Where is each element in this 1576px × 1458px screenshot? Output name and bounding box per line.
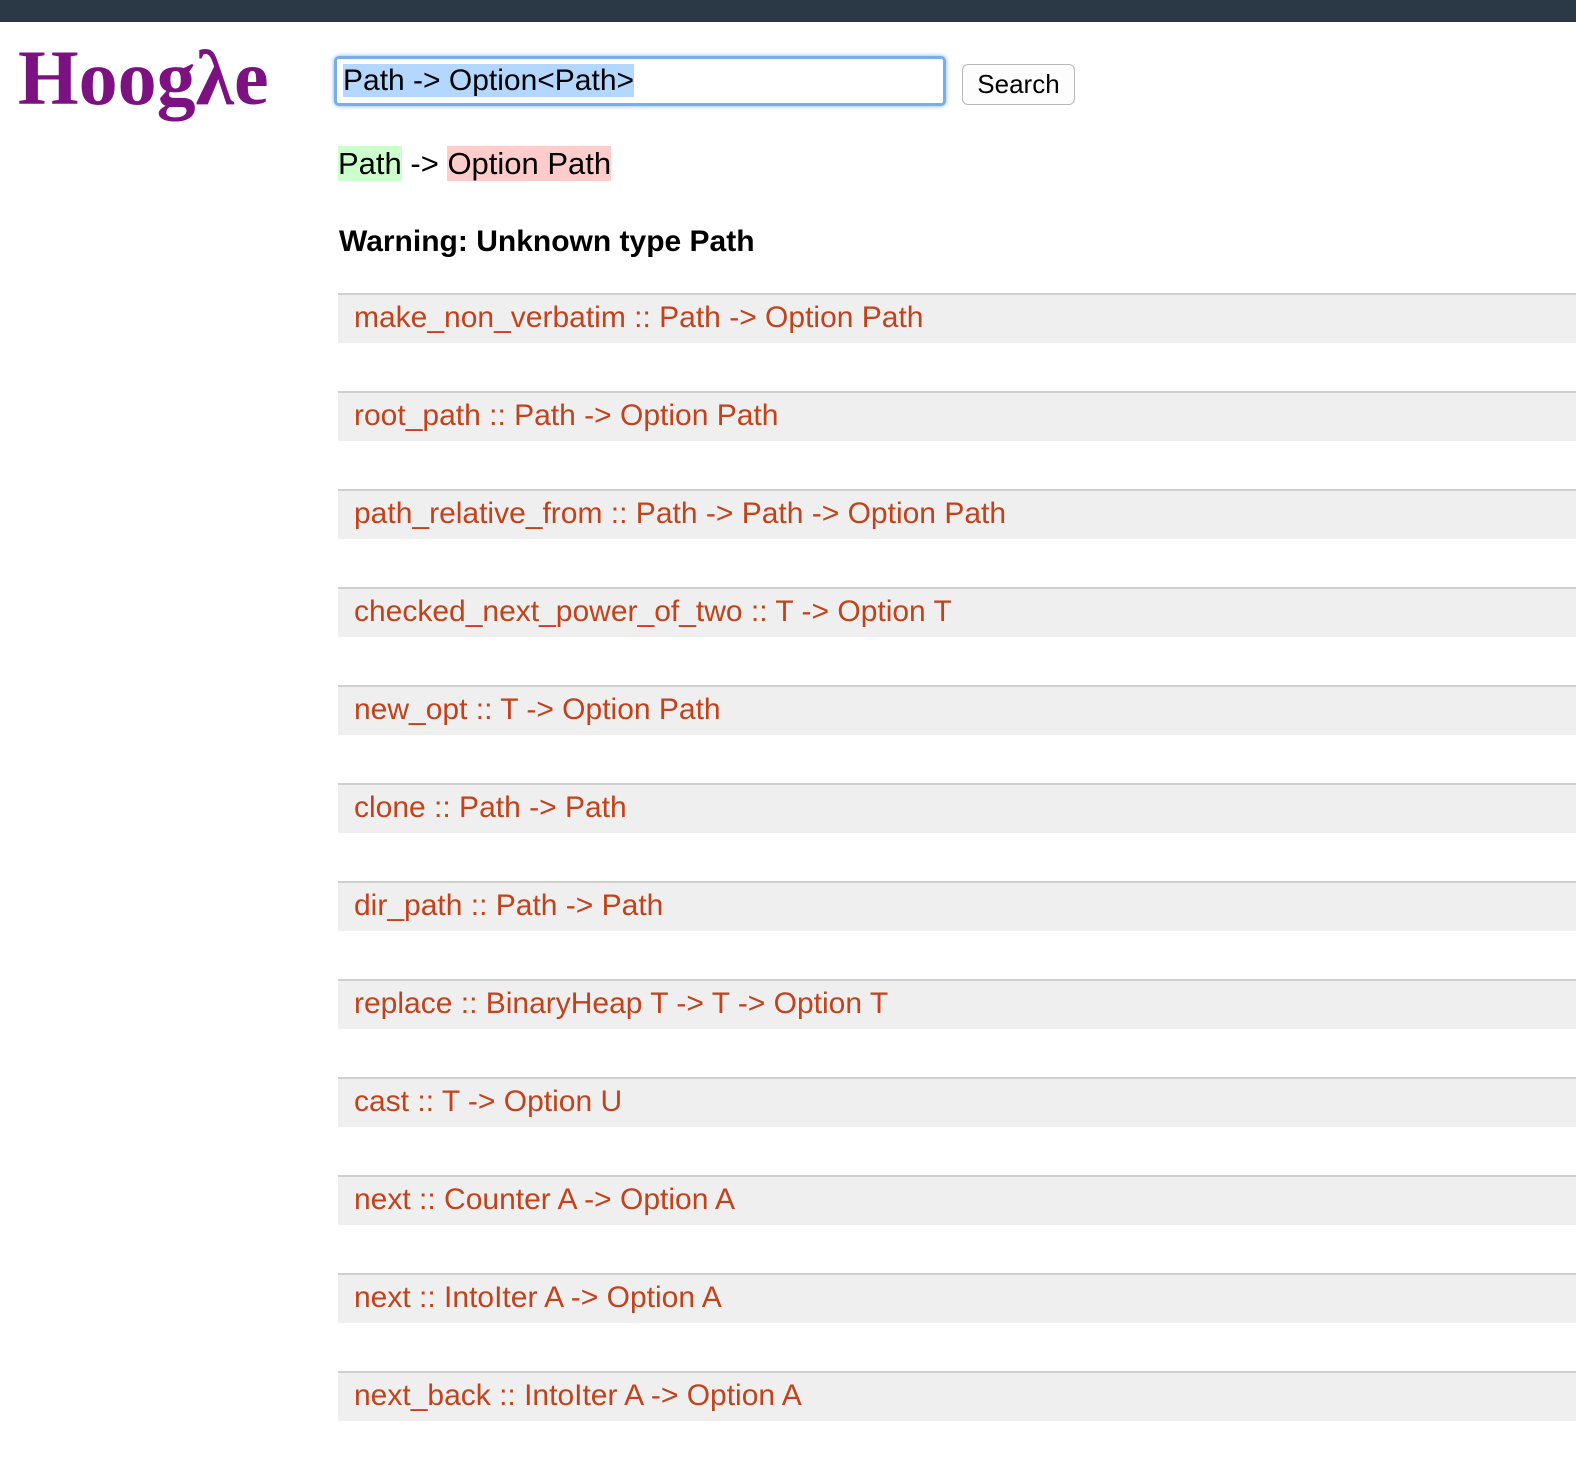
search-query-text: Path -> Option<Path> bbox=[343, 64, 635, 97]
result-item[interactable]: make_non_verbatim :: Path -> Option Path bbox=[338, 293, 1576, 343]
result-item[interactable]: next :: Counter A -> Option A bbox=[338, 1175, 1576, 1225]
parsed-query-argument: Path bbox=[338, 146, 402, 181]
result-item[interactable]: checked_next_power_of_two :: T -> Option… bbox=[338, 587, 1576, 637]
result-item[interactable]: next :: IntoIter A -> Option A bbox=[338, 1273, 1576, 1323]
hoogle-logo[interactable]: Hoogλe bbox=[18, 28, 269, 128]
search-button[interactable]: Search bbox=[962, 64, 1075, 105]
parsed-query-arrow: -> bbox=[401, 146, 448, 181]
result-item[interactable]: cast :: T -> Option U bbox=[338, 1077, 1576, 1127]
result-item[interactable]: next_back :: IntoIter A -> Option A bbox=[338, 1371, 1576, 1421]
result-item[interactable]: new_opt :: T -> Option Path bbox=[338, 685, 1576, 735]
result-item[interactable]: dir_path :: Path -> Path bbox=[338, 881, 1576, 931]
result-item[interactable]: replace :: BinaryHeap T -> T -> Option T bbox=[338, 979, 1576, 1029]
result-item[interactable]: path_relative_from :: Path -> Path -> Op… bbox=[338, 489, 1576, 539]
parsed-query: Path -> Option Path bbox=[338, 146, 612, 182]
parsed-query-result: Option Path bbox=[447, 146, 612, 181]
result-item[interactable]: root_path :: Path -> Option Path bbox=[338, 391, 1576, 441]
top-bar bbox=[0, 0, 1576, 22]
warning-message: Warning: Unknown type Path bbox=[339, 225, 755, 258]
result-item[interactable]: clone :: Path -> Path bbox=[338, 783, 1576, 833]
results-list: make_non_verbatim :: Path -> Option Path… bbox=[338, 293, 1576, 1458]
search-input[interactable]: Path -> Option<Path> bbox=[334, 56, 946, 106]
